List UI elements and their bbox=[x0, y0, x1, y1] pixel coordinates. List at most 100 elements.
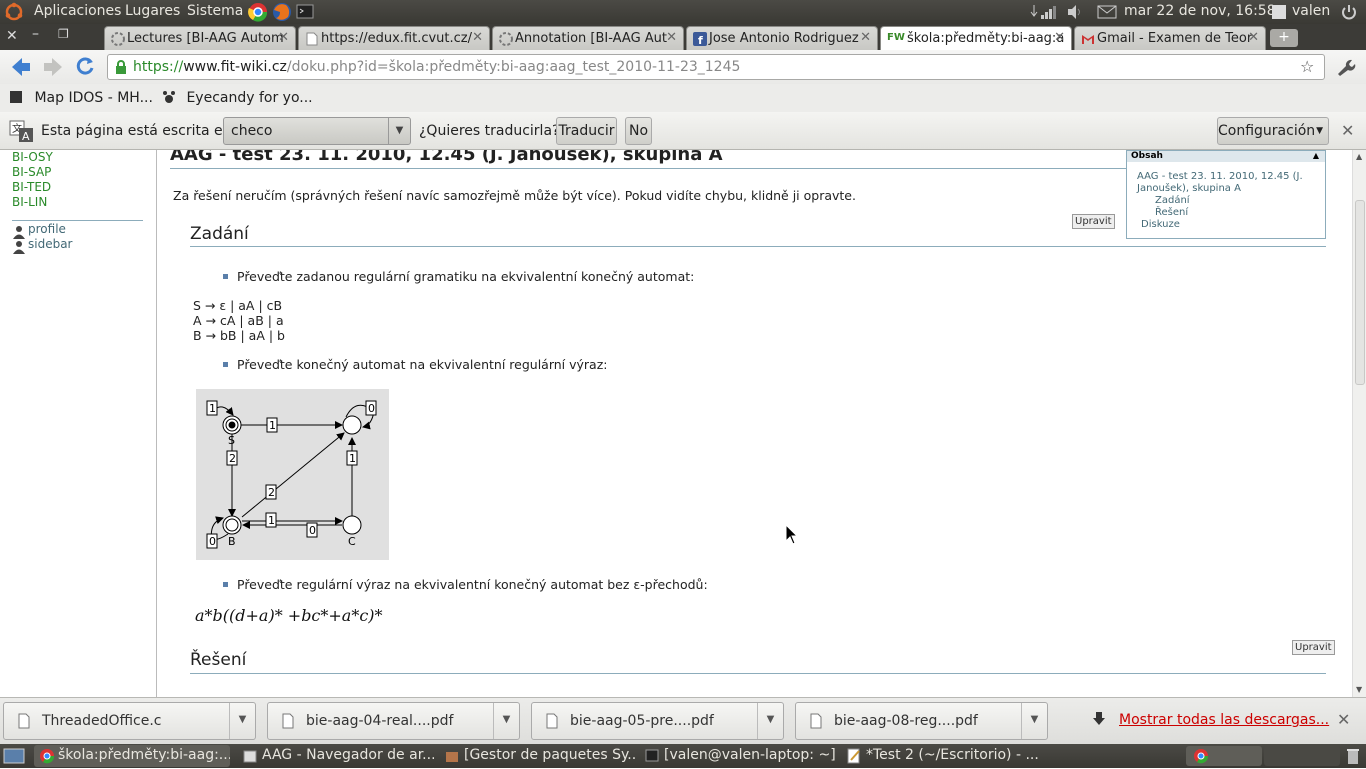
close-tab-icon[interactable]: ✕ bbox=[1054, 30, 1065, 45]
profile-link[interactable]: profile bbox=[28, 222, 66, 236]
maximize-window-icon[interactable]: ❐ bbox=[58, 27, 69, 41]
terminal-launcher-icon[interactable] bbox=[296, 3, 314, 25]
tab-fit-wiki[interactable]: FW škola:předměty:bi-aag:a ✕ bbox=[880, 26, 1072, 51]
chevron-down-icon[interactable]: ▼ bbox=[388, 118, 410, 144]
mail-icon[interactable] bbox=[1097, 5, 1117, 23]
section-heading: Řešení bbox=[190, 650, 247, 670]
language-value: checo bbox=[231, 123, 273, 139]
close-infobar-icon[interactable]: ✕ bbox=[1341, 121, 1354, 140]
show-all-downloads-link[interactable]: Mostrar todas las descargas... bbox=[1119, 712, 1329, 728]
workspace-switcher[interactable] bbox=[1186, 746, 1262, 766]
task-editor[interactable]: *Test 2 (~/Escritorio) - ... bbox=[842, 745, 1038, 767]
download-item[interactable]: bie-aag-04-real....pdf ▼ bbox=[267, 702, 520, 740]
chevron-down-icon[interactable]: ▼ bbox=[757, 703, 783, 739]
close-tab-icon[interactable]: ✕ bbox=[472, 30, 483, 45]
close-tab-icon[interactable]: ✕ bbox=[1248, 30, 1259, 45]
ubuntu-logo-icon[interactable] bbox=[4, 2, 24, 26]
edit-button[interactable]: Upravit bbox=[1072, 214, 1115, 229]
signal-icon[interactable] bbox=[1040, 4, 1058, 24]
scroll-up-icon[interactable]: ▲ bbox=[1356, 152, 1362, 161]
tab-label: Lectures [BI-AAG Autom bbox=[127, 31, 284, 46]
lock-icon[interactable] bbox=[114, 59, 128, 79]
tab-lectures[interactable]: Lectures [BI-AAG Autom ✕ bbox=[104, 26, 296, 50]
edit-button[interactable]: Upravit bbox=[1292, 640, 1335, 655]
section-underline bbox=[190, 246, 1326, 247]
translate-icon: 文A bbox=[9, 120, 35, 148]
tab-gmail[interactable]: Gmail - Examen de Teor ✕ bbox=[1074, 26, 1266, 50]
state-label: B bbox=[228, 535, 236, 548]
page-icon bbox=[305, 32, 319, 46]
no-translate-button[interactable]: No bbox=[625, 117, 652, 145]
toc-item[interactable]: Zadání bbox=[1155, 195, 1190, 206]
firefox-launcher-icon[interactable] bbox=[272, 2, 292, 26]
chevron-up-icon[interactable]: ▲ bbox=[1313, 151, 1319, 160]
state-b bbox=[222, 515, 242, 535]
toc-header-label: Obsah bbox=[1131, 151, 1163, 161]
tab-label: Gmail - Examen de Teor bbox=[1097, 31, 1253, 46]
bookmark-map-idos[interactable]: Map IDOS - MH... bbox=[8, 89, 153, 106]
sidebar-link-bi-lin[interactable]: BI-LIN bbox=[12, 195, 47, 209]
task-chrome[interactable]: škola:předměty:bi-aag:... bbox=[34, 745, 230, 767]
chrome-icon bbox=[40, 749, 55, 764]
download-item[interactable]: bie-aag-05-pre....pdf ▼ bbox=[531, 702, 784, 740]
close-tab-icon[interactable]: ✕ bbox=[666, 30, 677, 45]
close-tab-icon[interactable]: ✕ bbox=[860, 30, 871, 45]
close-tab-icon[interactable]: ✕ bbox=[278, 30, 289, 45]
show-desktop-icon[interactable] bbox=[3, 747, 25, 769]
workspace-switcher[interactable] bbox=[1264, 746, 1340, 766]
menu-places[interactable]: Lugares bbox=[125, 3, 180, 19]
user-name[interactable]: valen bbox=[1292, 3, 1330, 19]
bookmark-label: Map IDOS - MH... bbox=[34, 90, 153, 106]
volume-icon[interactable] bbox=[1066, 4, 1084, 24]
translate-prompt: Esta página está escrita en bbox=[41, 123, 232, 139]
menu-system[interactable]: Sistema bbox=[187, 3, 243, 19]
wrench-icon[interactable] bbox=[1334, 56, 1356, 82]
tab-edux[interactable]: https://edux.fit.cvut.cz/ ✕ bbox=[298, 26, 490, 50]
toc-item[interactable]: Řešení bbox=[1155, 207, 1188, 218]
terminal-icon bbox=[645, 749, 659, 762]
reload-icon[interactable] bbox=[74, 55, 96, 81]
wiki-sidebar: BI-OSY BI-SAP BI-TED BI-LIN profile side… bbox=[0, 150, 157, 697]
facebook-icon: f bbox=[693, 32, 707, 47]
sidebar-link-bi-sap[interactable]: BI-SAP bbox=[12, 165, 51, 179]
star-icon[interactable]: ☆ bbox=[1300, 57, 1314, 76]
address-bar[interactable]: https://www.fit-wiki.cz/doku.php?id=škol… bbox=[107, 54, 1325, 80]
menu-applications[interactable]: Aplicaciones bbox=[34, 3, 121, 19]
tab-annotation[interactable]: Annotation [BI-AAG Aut ✕ bbox=[492, 26, 684, 50]
power-icon[interactable] bbox=[1340, 3, 1358, 25]
forward-arrow-icon[interactable] bbox=[42, 56, 64, 82]
svg-text:f: f bbox=[698, 34, 703, 46]
task-terminal[interactable]: [valen@valen-laptop: ~] bbox=[640, 745, 836, 767]
sidebar-link[interactable]: sidebar bbox=[28, 237, 73, 251]
close-window-icon[interactable]: ✕ bbox=[6, 28, 18, 44]
chevron-down-icon[interactable]: ▼ bbox=[229, 703, 255, 739]
task-file-browser[interactable]: AAG - Navegador de ar... bbox=[238, 745, 434, 767]
translate-button[interactable]: Traducir bbox=[556, 117, 617, 145]
chrome-launcher-icon[interactable] bbox=[248, 2, 268, 26]
toc-item[interactable]: Diskuze bbox=[1141, 219, 1180, 230]
download-item[interactable]: bie-aag-08-reg....pdf ▼ bbox=[795, 702, 1048, 740]
trash-icon[interactable] bbox=[1346, 747, 1360, 769]
edge-label: 0 bbox=[368, 402, 375, 415]
chevron-down-icon[interactable]: ▼ bbox=[1021, 703, 1047, 739]
scroll-down-icon[interactable]: ▼ bbox=[1356, 685, 1362, 694]
bookmark-eyecandy[interactable]: Eyecandy for yo... bbox=[162, 89, 313, 106]
scrollbar-thumb[interactable] bbox=[1355, 200, 1365, 385]
tab-facebook[interactable]: f Jose Antonio Rodriguez ✕ bbox=[686, 26, 878, 50]
sidebar-link-bi-osy[interactable]: BI-OSY bbox=[12, 150, 53, 164]
download-item[interactable]: ThreadedOffice.c ▼ bbox=[3, 702, 256, 740]
language-select[interactable]: checo ▼ bbox=[223, 117, 411, 145]
close-downloads-icon[interactable]: ✕ bbox=[1337, 710, 1350, 729]
task-synaptic[interactable]: [Gestor de paquetes Sy... bbox=[440, 745, 636, 767]
toc-header[interactable]: Obsah ▲ bbox=[1127, 151, 1325, 162]
new-tab-button[interactable]: + bbox=[1270, 29, 1298, 47]
back-arrow-icon[interactable] bbox=[10, 56, 32, 82]
bullet bbox=[223, 274, 228, 279]
chevron-down-icon[interactable]: ▼ bbox=[493, 703, 519, 739]
settings-button[interactable]: Configuración ▼ bbox=[1217, 117, 1329, 145]
minimize-window-icon[interactable]: – bbox=[32, 26, 39, 42]
clock[interactable]: mar 22 de nov, 16:58 bbox=[1124, 3, 1276, 19]
vertical-scrollbar[interactable]: ▲ ▼ bbox=[1352, 150, 1366, 697]
sidebar-link-bi-ted[interactable]: BI-TED bbox=[12, 180, 51, 194]
toc-item[interactable]: AAG - test 23. 11. 2010, 12.45 (J. Janou… bbox=[1137, 171, 1322, 195]
